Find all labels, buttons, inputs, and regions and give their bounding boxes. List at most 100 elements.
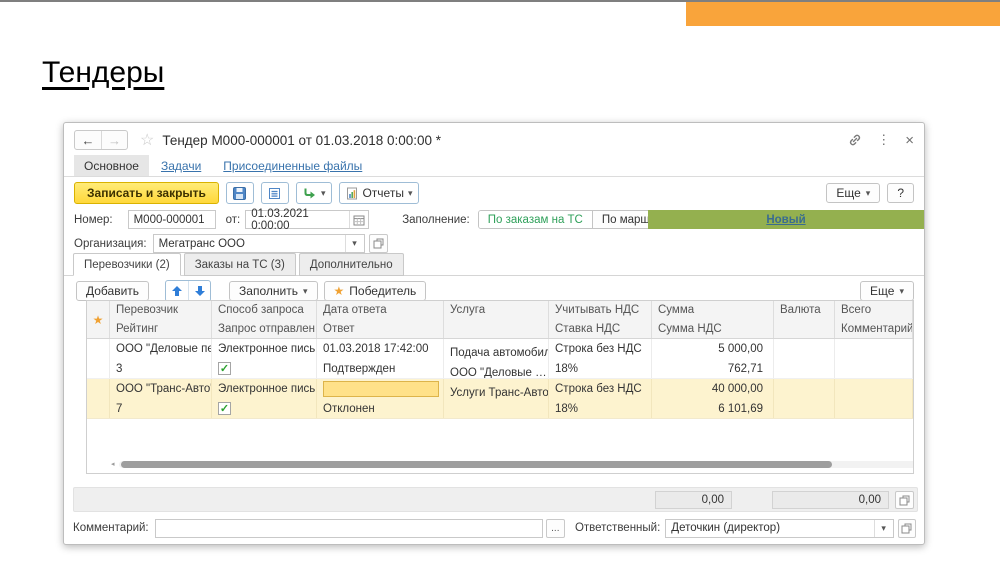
header-carrier[interactable]: Перевозчик Рейтинг: [110, 301, 212, 338]
header-vat-mode[interactable]: Учитывать НДС Ставка НДС: [549, 301, 652, 338]
cell-request-method[interactable]: Электронное письмо ✓: [212, 379, 317, 418]
comment-expand-button[interactable]: ...: [546, 519, 565, 538]
post-document-button[interactable]: [261, 182, 289, 204]
table-toolbar: Добавить Заполнить ▾ ★ Победитель Еще: [76, 280, 914, 302]
menu-kebab-icon[interactable]: ⋮: [877, 132, 890, 148]
header-total[interactable]: Всего Комментарий: [835, 301, 913, 338]
more-button[interactable]: Еще ▾: [826, 183, 880, 203]
number-field[interactable]: М000-000001: [128, 210, 216, 229]
presentation-slide: Тендеры ← → ☆ Тендер М000-000001 от 01.0…: [0, 0, 1000, 561]
window-title-row: ← → ☆ Тендер М000-000001 от 01.03.2018 0…: [74, 129, 914, 151]
tender-form-window: ← → ☆ Тендер М000-000001 от 01.03.2018 0…: [63, 122, 925, 545]
grand-total-field[interactable]: 0,00: [772, 491, 889, 509]
link-icon[interactable]: [848, 133, 862, 147]
tab-carriers[interactable]: Перевозчики (2): [73, 253, 181, 276]
help-button[interactable]: ?: [887, 183, 914, 203]
cell-response-date[interactable]: 01.03.2018 17:42:00 Подтвержден: [317, 339, 444, 378]
cell-carrier[interactable]: ООО "Транс-Авто" 7: [110, 379, 212, 418]
tab-tasks[interactable]: Задачи: [151, 155, 211, 176]
cell-currency[interactable]: [774, 339, 835, 378]
comment-input[interactable]: [155, 519, 543, 538]
status-bar: Новый: [648, 210, 924, 229]
reports-button[interactable]: Отчеты ▾: [339, 182, 419, 204]
header-request-method[interactable]: Способ запроса Запрос отправлен: [212, 301, 317, 338]
checkbox-checked-icon[interactable]: ✓: [218, 402, 231, 415]
total-amount-field[interactable]: 0,00: [655, 491, 732, 509]
cell-vat-mode[interactable]: Строка без НДС 18%: [549, 379, 652, 418]
organization-combo[interactable]: Мегатранс ООО ▾: [153, 234, 365, 253]
header-currency[interactable]: Валюта: [774, 301, 835, 338]
chevron-down-icon: ▾: [899, 286, 904, 297]
cell-vat-mode[interactable]: Строка без НДС 18%: [549, 339, 652, 378]
header-amount[interactable]: Сумма Сумма НДС: [652, 301, 774, 338]
table-more-button[interactable]: Еще ▾: [860, 281, 914, 301]
header-marker-cell: ★: [87, 301, 110, 338]
cell-amount[interactable]: 5 000,00 762,71: [652, 339, 774, 378]
slide-title: Тендеры: [42, 56, 164, 90]
move-row-buttons: [165, 280, 211, 302]
open-organization-button[interactable]: [369, 234, 388, 253]
cell-response-date[interactable]: Отклонен: [317, 379, 444, 418]
open-responsible-button[interactable]: [898, 519, 916, 538]
journal-icon: [268, 187, 281, 200]
active-edit-cell[interactable]: [323, 381, 439, 397]
header-response-date[interactable]: Дата ответа Ответ: [317, 301, 444, 338]
scrollbar-track[interactable]: [119, 461, 914, 468]
save-button[interactable]: [226, 182, 254, 204]
open-totals-button[interactable]: [895, 491, 914, 509]
date-label: от:: [226, 214, 241, 226]
date-field[interactable]: 01.03.2021 0:00:00: [245, 210, 369, 229]
open-icon: [899, 495, 910, 506]
close-icon[interactable]: ×: [905, 132, 914, 149]
move-up-button[interactable]: [166, 281, 188, 301]
create-based-on-button[interactable]: ▾: [296, 182, 333, 204]
cell-total[interactable]: [835, 339, 913, 378]
responsible-value: Деточкин (директор): [666, 522, 873, 534]
winner-star-icon: ★: [334, 284, 345, 298]
checkbox-checked-icon[interactable]: ✓: [218, 362, 231, 375]
cell-request-method[interactable]: Электронное письмо ✓: [212, 339, 317, 378]
date-value: 01.03.2021 0:00:00: [251, 208, 349, 232]
scroll-left-icon[interactable]: ◂: [111, 460, 119, 468]
header-fields-row: Номер: М000-000001 от: 01.03.2021 0:00:0…: [74, 210, 737, 229]
favorite-star-icon[interactable]: ☆: [140, 130, 154, 150]
table-row[interactable]: ООО "Деловые пер… 3 Электронное письмо ✓…: [87, 339, 913, 379]
forward-button[interactable]: →: [101, 131, 127, 149]
chevron-down-icon[interactable]: ▾: [345, 235, 364, 252]
fill-table-label: Заполнить: [239, 284, 298, 298]
tab-attached-files[interactable]: Присоединенные файлы: [213, 155, 372, 176]
cell-service[interactable]: Услуги Транс-Авто: [444, 379, 549, 418]
move-down-button[interactable]: [188, 281, 210, 301]
help-label: ?: [897, 186, 904, 200]
chevron-down-icon[interactable]: ▾: [874, 520, 893, 537]
back-button[interactable]: ←: [75, 131, 101, 149]
organization-value: Мегатранс ООО: [154, 238, 345, 250]
save-close-button[interactable]: Записать и закрыть: [74, 182, 219, 204]
chevron-down-icon: ▾: [303, 286, 308, 297]
calendar-icon[interactable]: [349, 211, 368, 228]
scrollbar-thumb[interactable]: [121, 461, 832, 468]
add-row-button[interactable]: Добавить: [76, 281, 149, 301]
cell-service[interactable]: Подача автомобиля ООО "Деловые …: [444, 339, 549, 378]
cell-amount[interactable]: 40 000,00 6 101,69: [652, 379, 774, 418]
star-icon: ★: [93, 313, 104, 327]
comment-label: Комментарий:: [73, 522, 149, 534]
arrow-up-icon: [171, 285, 183, 297]
open-icon: [901, 523, 912, 534]
tab-additional[interactable]: Дополнительно: [299, 253, 404, 276]
cell-carrier[interactable]: ООО "Деловые пер… 3: [110, 339, 212, 378]
cell-currency[interactable]: [774, 379, 835, 418]
fill-table-button[interactable]: Заполнить ▾: [229, 281, 317, 301]
table-row-selected[interactable]: ООО "Транс-Авто" 7 Электронное письмо ✓ …: [87, 379, 913, 419]
tab-main[interactable]: Основное: [74, 155, 149, 176]
chevron-down-icon: ▾: [321, 188, 326, 199]
tab-vehicle-orders[interactable]: Заказы на ТС (3): [184, 253, 296, 276]
open-icon: [373, 238, 384, 249]
status-new-link[interactable]: Новый: [766, 214, 805, 226]
responsible-combo[interactable]: Деточкин (директор) ▾: [665, 519, 893, 538]
cell-total[interactable]: [835, 379, 913, 418]
horizontal-scrollbar[interactable]: ◂ ▸: [111, 460, 914, 468]
winner-button[interactable]: ★ Победитель: [324, 281, 427, 301]
fill-by-orders-button[interactable]: По заказам на ТС: [479, 211, 592, 228]
header-service[interactable]: Услуга: [444, 301, 549, 338]
